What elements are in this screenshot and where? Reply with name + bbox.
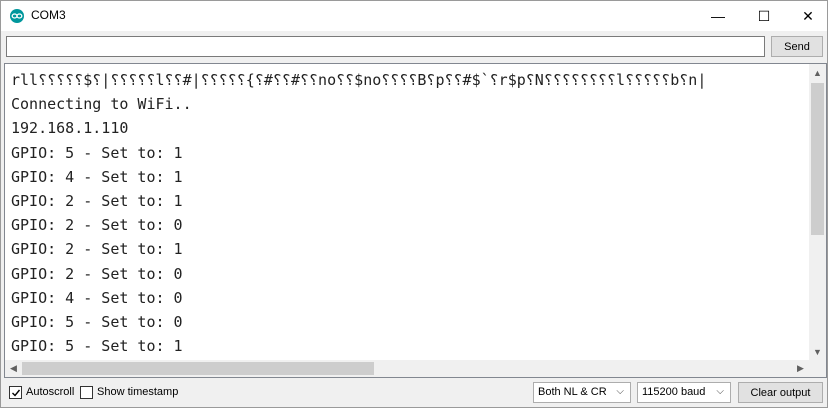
serial-output-line: Connecting to WiFi..	[11, 95, 192, 114]
serial-output-line: rll⸮⸮⸮⸮⸮$⸮|⸮⸮⸮⸮⸮l⸮⸮#|⸮⸮⸮⸮⸮{⸮#⸮⸮#⸮⸮no⸮⸮$n…	[11, 71, 707, 89]
serial-output-line: GPIO: 2 - Set to: 0	[11, 216, 183, 235]
minimize-icon: —	[711, 8, 725, 24]
close-icon: ✕	[802, 7, 814, 24]
title-bar[interactable]: COM3 — ☐ ✕	[1, 1, 827, 31]
serial-output-text: rll⸮⸮⸮⸮⸮$⸮|⸮⸮⸮⸮⸮l⸮⸮#|⸮⸮⸮⸮⸮{⸮#⸮⸮#⸮⸮no⸮⸮$n…	[11, 68, 811, 358]
maximize-button[interactable]: ☐	[741, 1, 787, 31]
serial-output-line: GPIO: 2 - Set to: 1	[11, 192, 183, 211]
minimize-button[interactable]: —	[695, 1, 741, 31]
show-timestamp-checkbox[interactable]	[80, 386, 93, 399]
vertical-scroll-thumb[interactable]	[811, 83, 824, 235]
chevron-right-icon[interactable]: ▶	[792, 360, 809, 377]
baud-rate-value: 115200 baud	[642, 386, 706, 398]
serial-output-line: GPIO: 2 - Set to: 0	[11, 264, 183, 283]
close-button[interactable]: ✕	[785, 1, 828, 31]
clear-output-button[interactable]: Clear output	[738, 382, 823, 403]
line-ending-value: Both NL & CR	[538, 386, 607, 398]
horizontal-scrollbar[interactable]: ◀ ▶	[5, 360, 809, 377]
window-title: COM3	[31, 8, 66, 22]
vertical-scrollbar[interactable]: ▲ ▼	[809, 64, 826, 360]
horizontal-scroll-thumb[interactable]	[22, 362, 374, 375]
serial-output-line: GPIO: 4 - Set to: 0	[11, 288, 183, 307]
maximize-icon: ☐	[757, 7, 771, 24]
serial-output-pane[interactable]: rll⸮⸮⸮⸮⸮$⸮|⸮⸮⸮⸮⸮l⸮⸮#|⸮⸮⸮⸮⸮{⸮#⸮⸮#⸮⸮no⸮⸮$n…	[4, 63, 827, 378]
serial-output-line: GPIO: 2 - Set to: 1	[11, 240, 183, 259]
chevron-down-icon[interactable]: ▼	[809, 343, 826, 360]
serial-output-line: GPIO: 5 - Set to: 1	[11, 143, 183, 162]
chevron-down-icon: ⌵	[716, 386, 724, 397]
serial-output-line: GPIO: 5 - Set to: 1	[11, 337, 183, 356]
baud-rate-select[interactable]: 115200 baud ⌵	[637, 382, 731, 403]
scrollbar-corner	[809, 360, 826, 377]
serial-output-line: GPIO: 5 - Set to: 0	[11, 313, 183, 332]
send-input[interactable]	[6, 36, 765, 57]
show-timestamp-label[interactable]: Show timestamp	[97, 386, 178, 398]
serial-output-line: 192.168.1.110	[11, 119, 129, 138]
autoscroll-label[interactable]: Autoscroll	[26, 386, 74, 398]
serial-monitor-window: COM3 — ☐ ✕ Send rll⸮⸮⸮⸮⸮$⸮|⸮⸮⸮⸮⸮l⸮⸮#|⸮⸮⸮…	[0, 0, 828, 408]
checkmark-icon	[11, 389, 20, 397]
line-ending-select[interactable]: Both NL & CR ⌵	[533, 382, 631, 403]
chevron-left-icon[interactable]: ◀	[5, 360, 22, 377]
autoscroll-checkbox[interactable]	[9, 386, 22, 399]
serial-output-line: GPIO: 4 - Set to: 1	[11, 167, 183, 186]
arduino-logo-icon	[10, 9, 24, 23]
chevron-up-icon[interactable]: ▲	[809, 64, 826, 81]
chevron-down-icon: ⌵	[616, 386, 624, 397]
send-button[interactable]: Send	[771, 36, 823, 57]
